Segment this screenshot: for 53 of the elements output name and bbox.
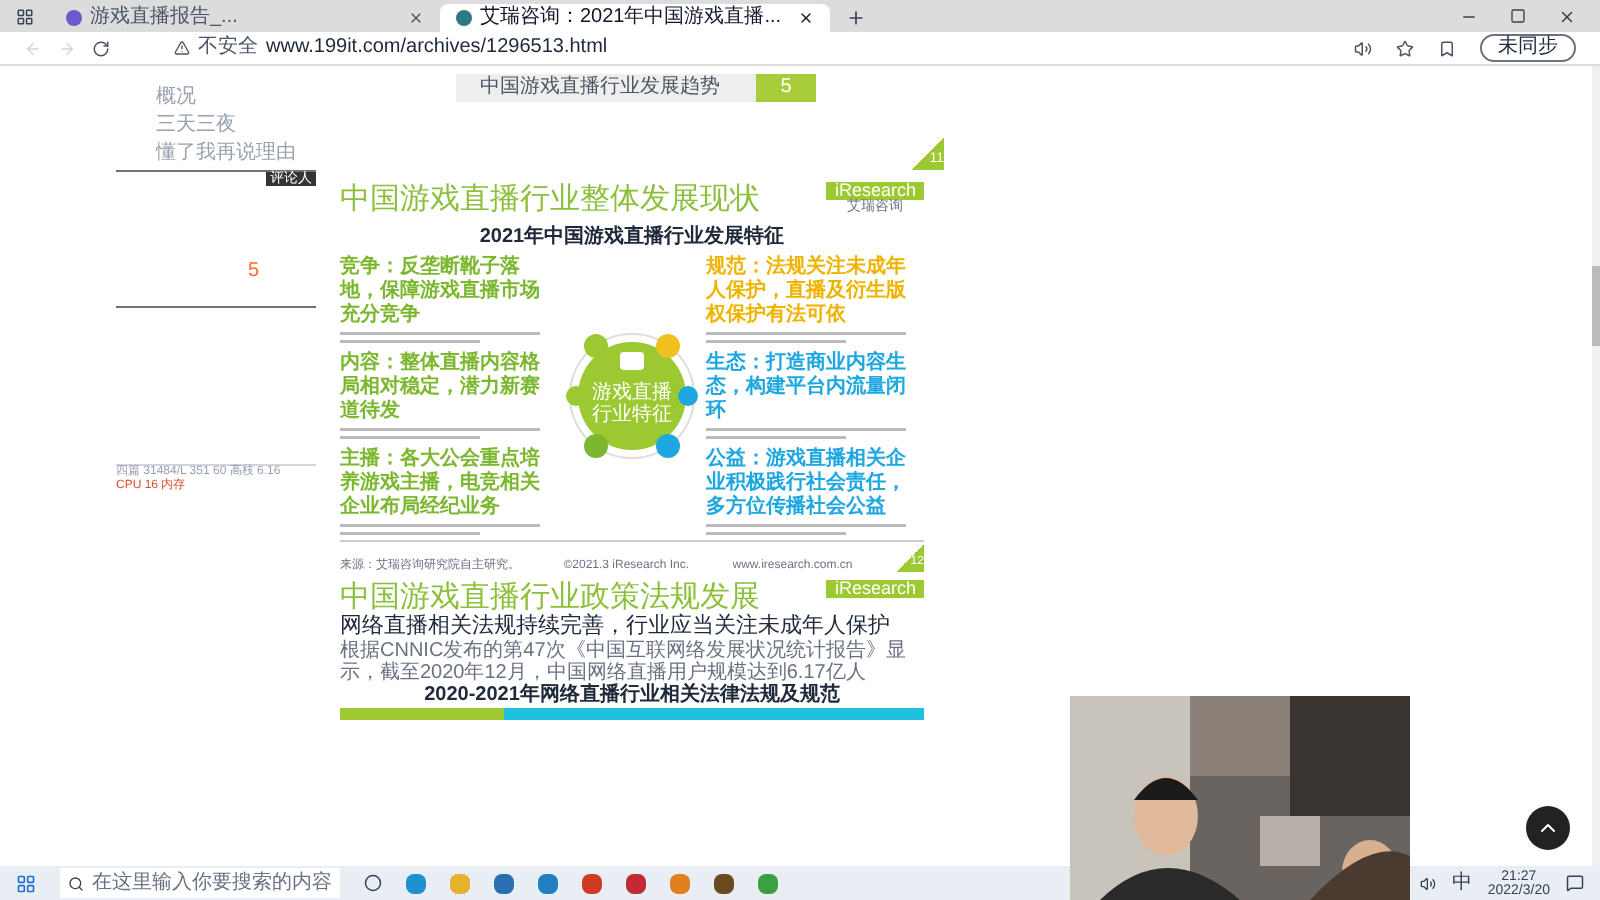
logo: iResearch <box>826 580 924 598</box>
tab-favicon-icon <box>66 10 82 26</box>
url-text: www.199it.com/archives/1296513.html <box>266 38 608 58</box>
close-icon[interactable] <box>1558 8 1576 26</box>
center-label: 游戏直播行业特征 <box>592 382 672 426</box>
address-field[interactable]: 不安全 www.199it.com/archives/1296513.html <box>174 38 608 58</box>
feature-heading: 规范：法规关注未成年人保护，直播及衍生版权保护有法可依 <box>706 256 908 328</box>
taskbar-app-icon[interactable] <box>714 873 734 893</box>
taskbar-app-icon[interactable] <box>406 873 426 893</box>
favorite-icon[interactable] <box>1396 39 1414 57</box>
browser-tab[interactable]: 艾瑞咨询：2021年中国游戏直播... <box>440 4 830 32</box>
volume-icon <box>1419 875 1436 891</box>
logo: iResearch <box>826 182 924 200</box>
slide-title: 中国游戏直播行业政策法规发展 <box>340 580 760 614</box>
maximize-icon[interactable] <box>1510 8 1526 24</box>
ime-indicator[interactable]: 中 <box>1451 873 1472 893</box>
reload-icon[interactable] <box>92 39 110 57</box>
slide-subtitle: 网络直播相关法规持续完善，行业应当关注未成年人保护 <box>340 614 892 639</box>
body-paragraph: 根据CNNIC发布的第47次《中国互联网络发展状况统计报告》显示，截至2020年12月，中国网络直播用户规模达到6.17亿人 <box>340 640 908 684</box>
page-number-box: 5 <box>756 74 816 102</box>
taskbar-app-icon[interactable] <box>494 873 514 893</box>
count-text: 5 <box>248 262 260 282</box>
new-tab-icon[interactable] <box>846 8 866 28</box>
taskbar-app-icon[interactable] <box>582 873 602 893</box>
tab-actions-icon[interactable] <box>16 8 34 26</box>
close-icon[interactable] <box>798 10 814 26</box>
read-aloud-icon[interactable] <box>1354 39 1372 57</box>
start-icon[interactable] <box>16 873 36 893</box>
feature-heading: 竞争：反垄断靴子落地，保障游戏直播市场充分竞争 <box>340 256 542 328</box>
slide-title: 中国游戏直播行业整体发展现状 <box>340 182 760 218</box>
feature-heading: 主播：各大公会重点培养游戏主播，电竞相关企业布局经纪业务 <box>340 448 542 520</box>
feature-heading: 生态：打造商业内容生态，构建平台内流量闭环 <box>706 352 908 424</box>
security-warning: 不安全 <box>198 38 258 58</box>
warning-icon <box>174 40 190 56</box>
doc-header-title: 中国游戏直播行业发展趋势 <box>480 78 720 98</box>
notification-icon[interactable] <box>1566 874 1584 892</box>
tab-favicon-icon <box>456 10 472 26</box>
cortana-icon[interactable] <box>364 874 382 892</box>
tab-title: 游戏直播报告_... <box>90 8 238 28</box>
search-placeholder: 在这里输入你要搜索的内容 <box>92 873 332 893</box>
collections-icon[interactable] <box>1438 39 1456 57</box>
scroll-to-top-button[interactable] <box>1526 806 1570 850</box>
taskbar-search-field[interactable]: 在这里输入你要搜索的内容 <box>60 868 340 898</box>
taskbar-app-icon[interactable] <box>538 873 558 893</box>
taskbar-app-icon[interactable] <box>758 873 778 893</box>
feature-heading: 公益：游戏直播相关企业积极践行社会责任，多方位传播社会公益 <box>706 448 908 520</box>
sync-button[interactable]: 未同步 <box>1480 34 1576 62</box>
tab-title: 艾瑞咨询：2021年中国游戏直播... <box>480 8 782 28</box>
taskbar-app-icon[interactable] <box>626 873 646 893</box>
chart-title: 2021年中国游戏直播行业发展特征 <box>477 226 787 250</box>
table-title: 2020-2021年网络直播行业相关法律法规及规范 <box>422 684 842 706</box>
feature-heading: 内容：整体直播内容格局相对稳定，潜力新赛道待发 <box>340 352 542 424</box>
search-icon <box>68 875 84 891</box>
